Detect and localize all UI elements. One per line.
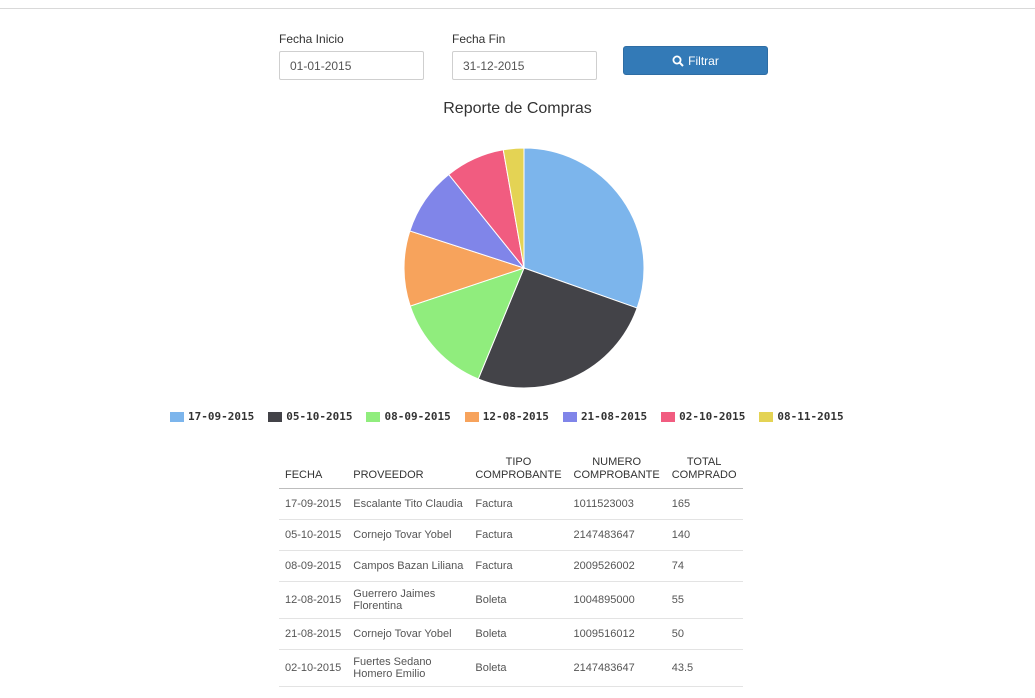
legend-swatch <box>366 411 381 422</box>
cell-tipo-comprobante: Factura <box>469 488 568 520</box>
column-header-fecha: FECHA <box>279 450 348 489</box>
legend-item-17-09-2015[interactable]: 17-09-2015 <box>170 410 254 423</box>
legend-label: 05-10-2015 <box>286 410 353 423</box>
legend-label: 02-10-2015 <box>679 410 746 423</box>
legend-swatch <box>464 411 479 422</box>
cell-total-comprado: 74 <box>665 550 743 582</box>
cell-tipo-comprobante: Factura <box>469 550 568 582</box>
legend-swatch <box>661 411 676 422</box>
cell-total-comprado: 43.5 <box>665 649 743 687</box>
cell-fecha: 12-08-2015 <box>279 581 348 619</box>
legend-label: 08-09-2015 <box>384 410 451 423</box>
cell-total-comprado: 50 <box>665 618 743 650</box>
table-row: 17-09-2015 Escalante Tito Claudia Factura 1… <box>279 488 743 520</box>
cell-proveedor: Cornejo Tovar Yobel <box>347 618 470 650</box>
cell-numero-comprobante: 2009526002 <box>567 550 666 582</box>
cell-fecha: 05-10-2015 <box>279 519 348 551</box>
cell-tipo-comprobante: Boleta <box>469 581 568 619</box>
legend-swatch <box>170 411 184 422</box>
cell-proveedor: Cornejo Tovar Yobel <box>347 519 470 551</box>
legend-label: 17-09-2015 <box>188 410 255 423</box>
table-row: 12-08-2015 Guerrero Jaimes Florentina Bolet… <box>279 581 743 619</box>
legend-item-21-08-2015[interactable]: 21-08-2015 <box>562 410 648 423</box>
cell-fecha: 08-09-2015 <box>279 550 348 582</box>
cell-fecha: 17-09-2015 <box>279 488 348 520</box>
legend-item-08-11-2015[interactable]: 08-11-2015 <box>759 410 844 423</box>
table-row: 08-09-2015 Campos Bazan Liliana Factura 200… <box>279 550 743 582</box>
column-header-numero-comprobante: NUMERO COMPROBANTE <box>567 450 666 489</box>
cell-fecha: 02-10-2015 <box>279 649 348 687</box>
cell-numero-comprobante: 1011523003 <box>567 488 666 520</box>
legend-item-05-10-2015[interactable]: 05-10-2015 <box>268 410 352 423</box>
legend-label: 08-11-2015 <box>777 410 844 423</box>
legend-item-12-08-2015[interactable]: 12-08-2015 <box>464 410 549 423</box>
column-header-tipo-comprobante: TIPO COMPROBANTE <box>469 450 568 489</box>
legend-label: 12-08-2015 <box>482 410 549 423</box>
cell-numero-comprobante: 1009516012 <box>567 618 666 650</box>
legend-item-08-09-2015[interactable]: 08-09-2015 <box>366 410 451 423</box>
column-header-total-comprado: TOTAL COMPRADO <box>665 450 743 489</box>
legend-label: 21-08-2015 <box>580 410 648 423</box>
purchases-table: FECHA PROVEEDOR TIPO COMPROBANTE NUMERO COMPR… <box>279 450 743 687</box>
cell-numero-comprobante: 2147483647 <box>567 649 666 687</box>
cell-proveedor: Campos Bazan Liliana <box>347 550 470 582</box>
cell-tipo-comprobante: Boleta <box>469 649 568 687</box>
table-header-row: FECHA PROVEEDOR TIPO COMPROBANTE NUMERO COMPR… <box>279 450 743 489</box>
table-row: 02-10-2015 Fuertes Sedano Homero Emilio Bol… <box>279 649 743 687</box>
cell-total-comprado: 165 <box>665 488 743 520</box>
legend-swatch <box>759 411 774 422</box>
legend-item-02-10-2015[interactable]: 02-10-2015 <box>661 410 745 423</box>
legend-swatch <box>268 411 283 422</box>
cell-proveedor: Guerrero Jaimes Florentina <box>347 581 470 619</box>
column-header-proveedor: PROVEEDOR <box>347 450 470 489</box>
cell-tipo-comprobante: Boleta <box>469 618 568 650</box>
cell-tipo-comprobante: Factura <box>469 519 568 551</box>
cell-numero-comprobante: 2147483647 <box>567 519 666 551</box>
table-row: 21-08-2015 Cornejo Tovar Yobel Boleta 10095… <box>279 618 743 650</box>
cell-proveedor: Fuertes Sedano Homero Emilio <box>347 649 470 687</box>
legend-swatch <box>562 411 577 422</box>
cell-total-comprado: 140 <box>665 519 743 551</box>
chart-legend: 17-09-2015 05-10-2015 08-09-2015 12-08-2015… <box>170 410 858 423</box>
cell-numero-comprobante: 1004895000 <box>567 581 666 619</box>
cell-fecha: 21-08-2015 <box>279 618 348 650</box>
table-row: 05-10-2015 Cornejo Tovar Yobel Factura 2147… <box>279 519 743 551</box>
cell-proveedor: Escalante Tito Claudia <box>347 488 470 520</box>
cell-total-comprado: 55 <box>665 581 743 619</box>
